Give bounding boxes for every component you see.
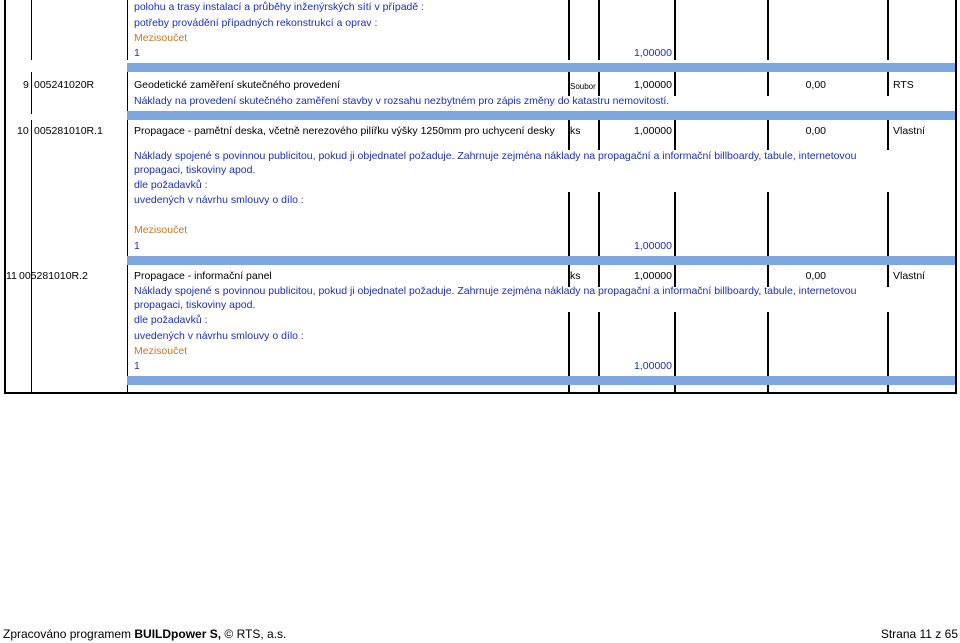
footer-page-number: Strana 11 z 65 [880,627,958,641]
item-9-source: RTS [893,79,914,91]
footer-prefix: Zpracováno programem [3,627,135,641]
separator-band-2 [127,111,955,120]
col-sep-c [568,0,570,60]
col-sep-b [127,0,128,60]
item-10-sub-qty: 1,00000 [634,240,672,252]
i9-sep-g [887,72,889,96]
i11-sep-g [887,265,889,287]
top-desc-2: potřeby provádění případných rekonstrukc… [134,17,378,29]
item-10-note-1: Náklady spojené s povinnou publicitou, p… [134,150,857,162]
item-9-price: 0,00 [805,79,826,91]
item-10-no: 10 [17,125,29,137]
i10-sub-sep-e [674,192,676,265]
i9-sep-b [127,72,128,114]
item-11-qty: 1,00000 [634,270,672,282]
i11-sep-b [127,265,128,392]
col-sep-g [887,0,889,60]
col-sep-e [674,0,676,60]
top-qty: 1,00000 [634,47,672,59]
i11-sep-e [674,265,676,287]
item-9-name: Geodetické zaměření skutečného provedení [134,79,341,91]
item-10-req: dle požadavků : [134,179,208,191]
item-10-subtotal-label: Mezisoučet [134,224,188,236]
item-10-price: 0,00 [805,125,826,137]
frame-left-line [4,0,6,394]
separator-band-3 [127,256,955,265]
item-11-req: dle požadavků : [134,314,208,326]
frame-bottom-line [4,392,957,394]
top-desc-1: polohu a trasy instalací a průběhy inžen… [134,1,425,13]
i10-sub-sep-f [767,192,769,265]
item-11-no: 11 [6,270,17,282]
item-10-contract: uvedených v návrhu smlouvy o dílo : [134,194,304,206]
item-9-qty: 1,00000 [634,79,672,91]
separator-band-1 [127,63,955,72]
footer-left: Zpracováno programem BUILDpower S, © RTS… [3,627,286,641]
item-10-code: 005281010R.1 [34,125,103,137]
item-9-note: Náklady na provedení skutečného zaměření… [134,95,670,107]
item-10-source: Vlastní [893,125,926,137]
i10-sub-sep-g [887,192,889,265]
item-9-no: 9 [23,79,29,91]
item-10-name: Propagace - pamětní deska, včetně nerezo… [134,125,555,137]
document-page: polohu a trasy instalací a průběhy inžen… [0,0,960,643]
col-sep-a [31,0,32,60]
item-10-qty: 1,00000 [634,125,672,137]
item-9-unit: Soubor [570,82,596,91]
top-count: 1 [134,47,140,59]
i11-sep-a [31,265,32,392]
item-11-sub-qty: 1,00000 [634,360,672,372]
item-11-note-2: propagaci, tiskoviny apod. [134,299,256,311]
item-11-code: 005281010R.2 [19,270,88,282]
i10-sep-g [887,120,889,150]
footer-brand: BUILDpower S, [134,627,222,641]
i10-sub-sep-c [568,192,570,265]
item-10-note-2: propagaci, tiskoviny apod. [134,164,256,176]
i9-sep-a [31,72,32,114]
item-9-code: 005241020R [34,79,95,91]
item-11-note-1: Náklady spojené s povinnou publicitou, p… [134,285,857,297]
i10-sep-b [127,120,128,265]
top-subtotal-label: Mezisoučet [134,32,188,44]
item-10-count: 1 [134,240,140,252]
i10-sub-sep-d [598,192,600,265]
item-11-unit: ks [570,270,581,282]
footer-copyright: © RTS, a.s. [221,627,287,641]
i10-sep-a [31,120,32,265]
item-11-name: Propagace - informační panel [134,270,272,282]
i9-sep-e [674,72,676,96]
item-11-count: 1 [134,360,140,372]
item-11-source: Vlastní [893,270,926,282]
item-11-subtotal-label: Mezisoučet [134,345,188,357]
i10-sep-e [674,120,676,150]
col-sep-f [767,0,769,60]
item-11-contract: uvedených v návrhu smlouvy o dílo : [134,330,304,342]
separator-band-4 [127,376,955,385]
frame-right-line [955,0,957,394]
item-11-price: 0,00 [805,270,826,282]
item-10-unit: ks [570,125,581,137]
